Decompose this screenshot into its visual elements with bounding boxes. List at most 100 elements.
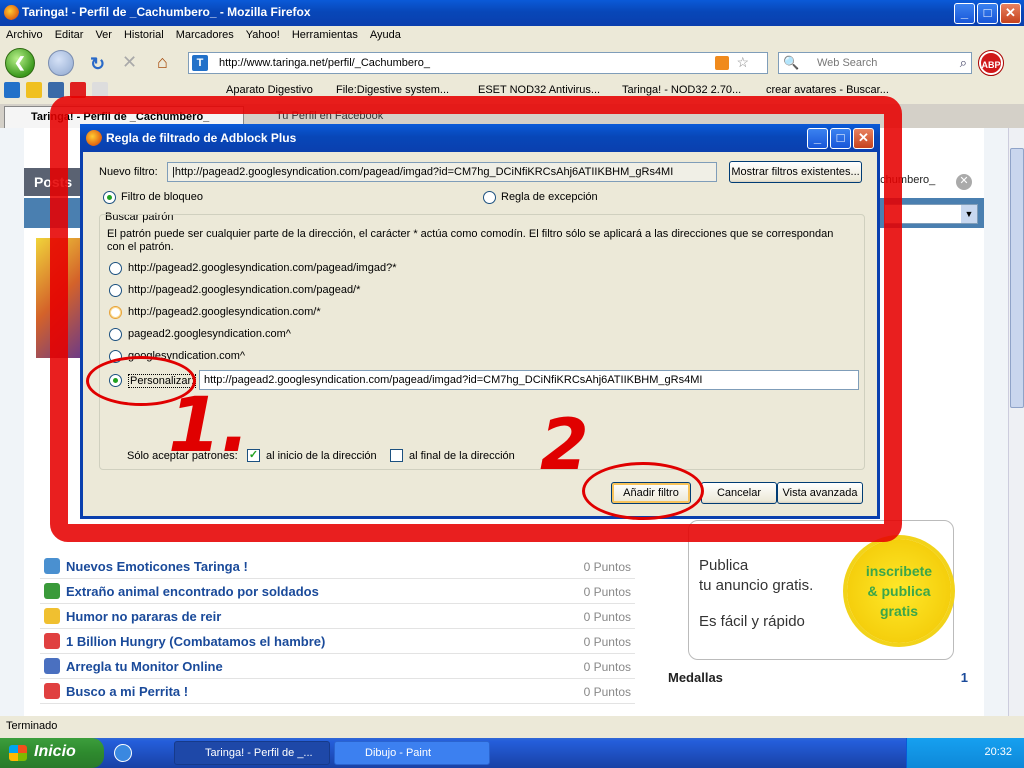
dialog-title-bar: Regla de filtrado de Adblock Plus _ □ ✕ (80, 124, 880, 152)
exception-rule-radio[interactable] (483, 191, 496, 204)
post-title[interactable]: 1 Billion Hungry (Combatamos el hambre) (66, 634, 325, 649)
bookmark-icon[interactable] (4, 82, 20, 98)
show-filters-button[interactable]: Mostrar filtros existentes... (729, 161, 862, 183)
block-filter-label[interactable]: Filtro de bloqueo (121, 191, 203, 203)
bookmark-aparato-digestivo[interactable]: Aparato Digestivo (226, 84, 313, 96)
search-engine-icon[interactable]: 🔍 (783, 55, 799, 71)
taskbar-item-firefox[interactable]: Taringa! - Perfil de _... (174, 741, 330, 765)
bookmark-crear-avatares[interactable]: crear avatares - Buscar... (766, 84, 889, 96)
bookmark-digestive-system[interactable]: File:Digestive system... (336, 84, 449, 96)
signup-burst-badge[interactable]: inscribete & publica gratis (847, 539, 951, 643)
list-item[interactable]: Arregla tu Monitor Online 0 Puntos (40, 654, 635, 679)
list-item[interactable]: Humor no pararas de reir 0 Puntos (40, 604, 635, 629)
home-icon[interactable]: ⌂ (157, 52, 168, 73)
list-item[interactable]: Nuevos Emoticones Taringa ! 0 Puntos (40, 554, 635, 579)
bookmark-eset[interactable]: ESET NOD32 Antivirus... (478, 84, 600, 96)
start-label: Inicio (34, 743, 76, 760)
block-filter-radio[interactable] (103, 191, 116, 204)
address-url[interactable]: http://www.taringa.net/perfil/_Cachumber… (219, 57, 430, 69)
burst-text-3: gratis (879, 603, 919, 619)
post-title[interactable]: Arregla tu Monitor Online (66, 659, 223, 674)
page-scrollbar[interactable] (1008, 128, 1024, 716)
reload-icon[interactable]: ↻ (90, 54, 105, 75)
forward-button[interactable] (48, 50, 74, 76)
post-points: 0 Puntos (583, 635, 631, 649)
pattern-label-1[interactable]: http://pagead2.googlesyndication.com/pag… (128, 262, 396, 274)
scrollbar-thumb[interactable] (1010, 148, 1024, 408)
advanced-view-button[interactable]: Vista avanzada (777, 482, 863, 504)
close-icon[interactable]: ✕ (956, 174, 972, 190)
burst-text-2: & publica (867, 583, 931, 599)
taskbar-item-paint[interactable]: Dibujo - Paint (334, 741, 490, 765)
status-text: Terminado (6, 720, 58, 732)
back-button[interactable] (5, 48, 35, 78)
search-placeholder: Web Search (817, 57, 878, 69)
minimize-button[interactable]: _ (954, 3, 975, 24)
menu-yahoo[interactable]: Yahoo! (240, 26, 286, 46)
list-item[interactable]: 1 Billion Hungry (Combatamos el hambre) … (40, 629, 635, 654)
menu-herramientas[interactable]: Herramientas (286, 26, 364, 46)
medals-count[interactable]: 1 (961, 670, 968, 685)
annotation-number-one: 1. (168, 380, 250, 469)
posts-list: Nuevos Emoticones Taringa ! 0 Puntos Ext… (40, 554, 635, 704)
stop-icon[interactable]: ✕ (122, 52, 137, 73)
end-of-address-checkbox[interactable] (390, 449, 403, 462)
maximize-button[interactable]: □ (977, 3, 998, 24)
post-points: 0 Puntos (583, 660, 631, 674)
start-of-address-label[interactable]: al inicio de la dirección (266, 450, 377, 462)
menu-ayuda[interactable]: Ayuda (364, 26, 407, 46)
menu-historial[interactable]: Historial (118, 26, 170, 46)
new-filter-field[interactable]: |http://pagead2.googlesyndication.com/pa… (167, 162, 717, 182)
dialog-close-button[interactable]: ✕ (853, 128, 874, 149)
taskbar: Inicio Taringa! - Perfil de _... Dibujo … (0, 738, 1024, 768)
post-points: 0 Puntos (583, 585, 631, 599)
post-category-icon (44, 583, 60, 599)
list-item[interactable]: Busco a mi Perrita ! 0 Puntos (40, 679, 635, 704)
custom-pattern-field[interactable]: http://pagead2.googlesyndication.com/pag… (199, 370, 859, 390)
address-bar[interactable]: T http://www.taringa.net/perfil/_Cachumb… (188, 52, 768, 74)
menu-archivo[interactable]: Archivo (0, 26, 49, 46)
ad-line-1: Publica (699, 557, 749, 574)
status-bar: Terminado (0, 716, 1024, 738)
adblock-plus-icon[interactable]: ABP (978, 50, 1004, 76)
new-filter-label: Nuevo filtro: (99, 166, 158, 178)
search-box[interactable]: 🔍 Web Search ⌕ (778, 52, 972, 74)
pattern-radio-4[interactable] (109, 328, 122, 341)
cancel-button[interactable]: Cancelar (701, 482, 777, 504)
list-item[interactable]: Extraño animal encontrado por soldados 0… (40, 579, 635, 604)
close-button[interactable]: ✕ (1000, 3, 1021, 24)
dialog-maximize-button[interactable]: □ (830, 128, 851, 149)
pattern-label-2[interactable]: http://pagead2.googlesyndication.com/pag… (128, 284, 360, 296)
post-title[interactable]: Extraño animal encontrado por soldados (66, 584, 319, 599)
post-category-icon (44, 608, 60, 624)
pattern-label-4[interactable]: pagead2.googlesyndication.com^ (128, 328, 291, 340)
system-tray: 20:32 (906, 738, 1024, 768)
exception-rule-label[interactable]: Regla de excepción (501, 191, 598, 203)
medals-label: Medallas (668, 670, 723, 685)
search-go-icon[interactable]: ⌕ (960, 55, 967, 71)
post-title[interactable]: Nuevos Emoticones Taringa ! (66, 559, 248, 574)
post-category-icon (44, 683, 60, 699)
menu-editar[interactable]: Editar (49, 26, 90, 46)
pattern-radio-2[interactable] (109, 284, 122, 297)
post-title[interactable]: Humor no pararas de reir (66, 609, 221, 624)
bookmark-icon[interactable] (26, 82, 42, 98)
pattern-label-3[interactable]: http://pagead2.googlesyndication.com/* (128, 306, 321, 318)
post-title[interactable]: Busco a mi Perrita ! (66, 684, 188, 699)
annotation-circle-add (582, 462, 704, 520)
ie-quicklaunch-icon[interactable] (114, 744, 132, 762)
medals-heading: Medallas 1 (668, 670, 968, 685)
bookmark-taringa-nod32[interactable]: Taringa! - NOD32 2.70... (622, 84, 741, 96)
pattern-radio-1[interactable] (109, 262, 122, 275)
menu-ver[interactable]: Ver (89, 26, 118, 46)
bookmark-star-icon[interactable]: ☆ (736, 54, 749, 71)
pattern-radio-3[interactable] (109, 306, 122, 319)
start-button[interactable]: Inicio (0, 738, 104, 768)
rss-icon[interactable] (715, 56, 729, 70)
firefox-icon (86, 130, 102, 146)
end-of-address-label[interactable]: al final de la dirección (409, 450, 515, 462)
menu-marcadores[interactable]: Marcadores (170, 26, 240, 46)
dialog-minimize-button[interactable]: _ (807, 128, 828, 149)
post-category-icon (44, 658, 60, 674)
bookmark-icon[interactable] (48, 82, 64, 98)
